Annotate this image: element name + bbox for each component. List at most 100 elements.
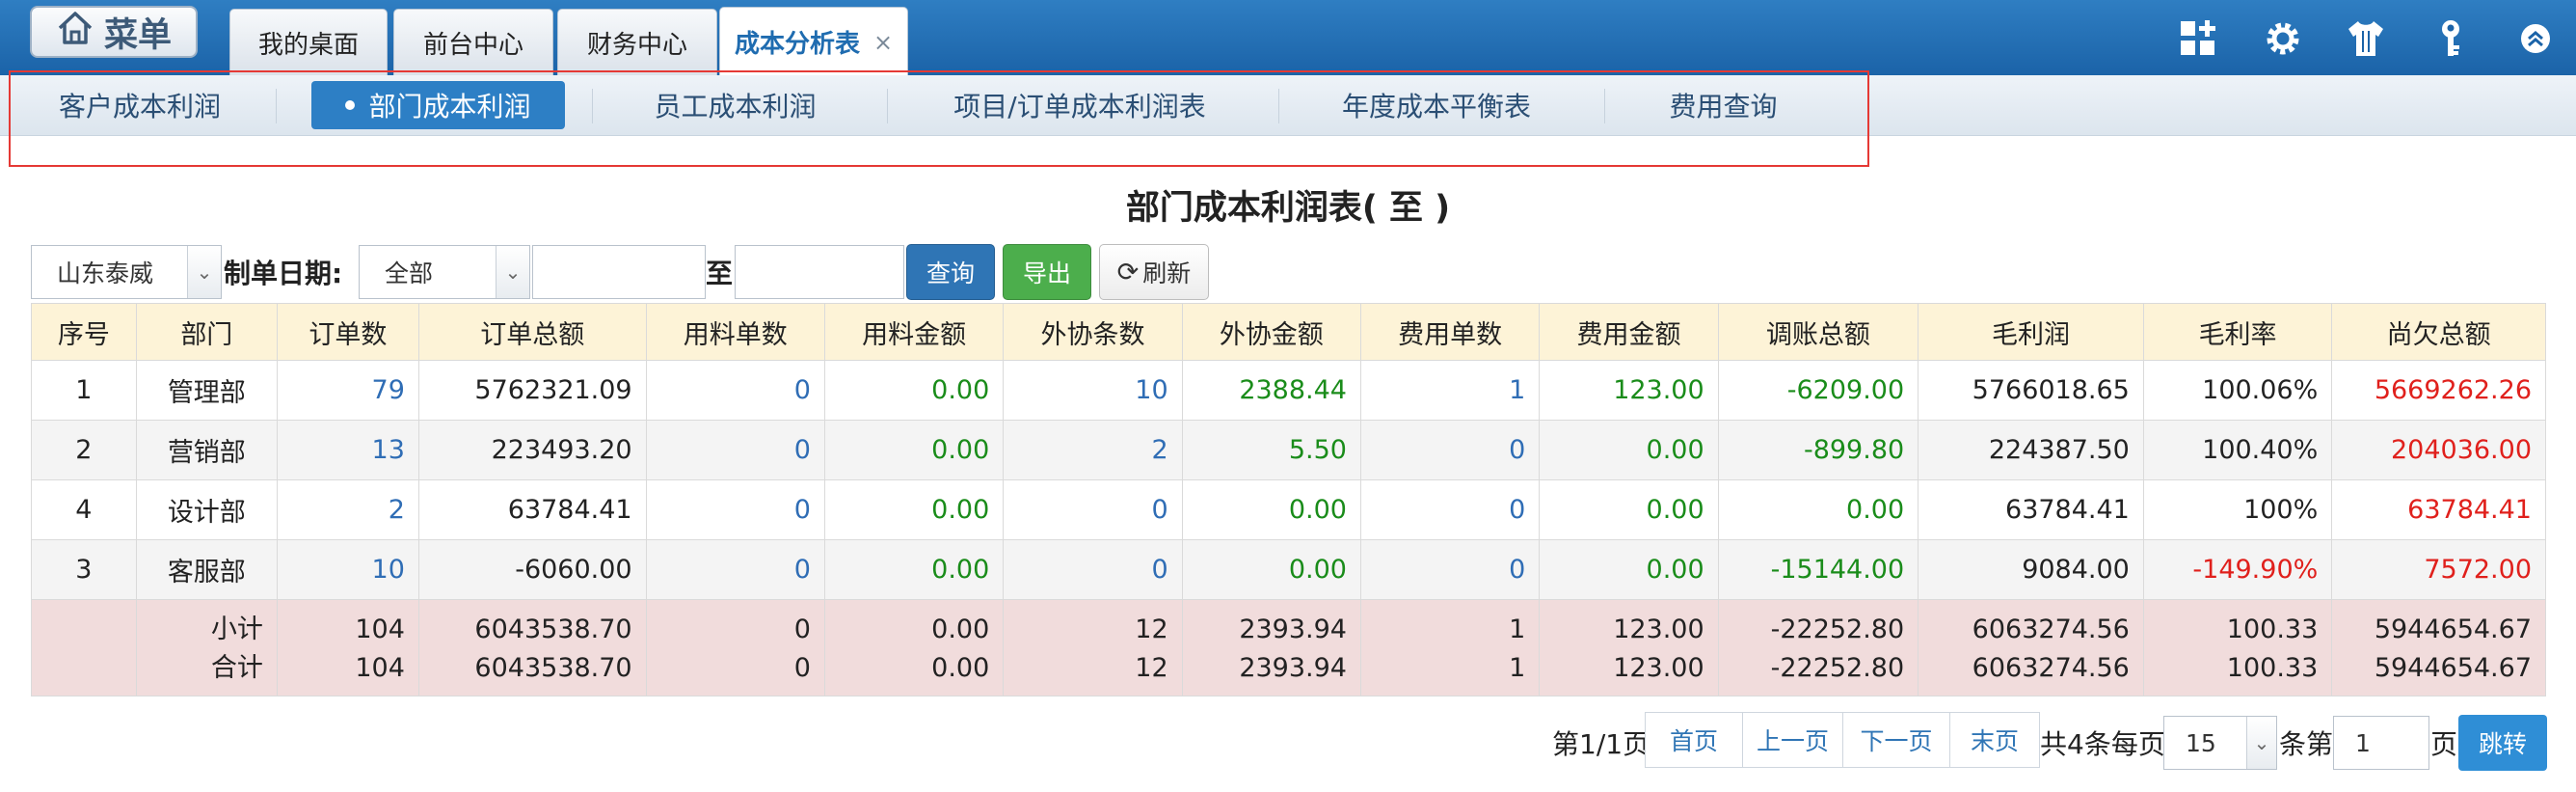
cell-adjustment-total: -6209.00 [1717,360,1919,421]
column-header[interactable]: 订单总额 [417,303,647,361]
summary-cell: 123.00 123.00 [1539,599,1719,696]
cell-outsource-count-link[interactable]: 0 [1003,479,1183,540]
highlight-line [228,70,907,72]
cell-expense-amount: 123.00 [1539,360,1719,421]
column-header[interactable]: 订单数 [276,303,419,361]
cell-material-count-link[interactable]: 0 [645,360,825,421]
tab-cost-analysis[interactable]: 成本分析表 × [719,7,908,76]
column-header[interactable]: 费用单数 [1359,303,1541,361]
column-header[interactable]: 费用金额 [1539,303,1719,361]
shirt-icon[interactable] [2345,17,2387,60]
cell-material-amount: 0.00 [823,479,1005,540]
cell-gross-margin: -149.90% [2142,539,2333,600]
tab-label: 我的桌面 [257,30,359,60]
subnav-staff-cost-profit[interactable]: 员工成本利润 [627,81,844,129]
subtotal-value: 5944654.67 [2374,614,2532,644]
cell-expense-count-link[interactable]: 0 [1359,479,1541,540]
date-from-input[interactable] [532,245,706,299]
total-value: 0 [793,652,811,683]
summary-cell: 104 104 [276,599,419,696]
column-header[interactable]: 调账总额 [1717,303,1919,361]
cell-material-count-link[interactable]: 0 [645,420,825,480]
total-value: 2393.94 [1239,652,1347,683]
cell-gross-profit: 9084.00 [1918,539,2144,600]
subnav-label: 客户成本利润 [58,91,221,123]
date-to-input[interactable] [735,245,904,299]
subnav-annual-cost-balance[interactable]: 年度成本平衡表 [1311,81,1562,129]
menu-button[interactable]: 菜单 [30,6,198,58]
cell-material-count-link[interactable]: 0 [645,539,825,600]
last-page-button[interactable]: 末页 [1949,712,2040,768]
first-page-button[interactable]: 首页 [1645,712,1743,768]
refresh-button[interactable]: ⟳ 刷新 [1099,244,1209,300]
cost-profit-table: 序号 部门 订单数 订单总额 用料单数 用料金额 外协条数 外协金额 费用单数 … [31,303,2546,696]
subnav-label: 部门成本利润 [368,91,531,123]
table-row[interactable]: 4 设计部 2 63784.41 0 0.00 0 0.00 0 0.00 0.… [31,479,2546,540]
tab-label: 前台中心 [422,30,523,60]
key-icon[interactable] [2429,17,2472,60]
summary-cell: -22252.80 -22252.80 [1717,599,1919,696]
column-header[interactable]: 外协金额 [1181,303,1361,361]
grid-add-icon[interactable] [2177,17,2219,60]
prev-page-button[interactable]: 上一页 [1742,712,1843,768]
column-header[interactable]: 用料单数 [645,303,825,361]
cell-outstanding-total: 204036.00 [2331,420,2546,480]
table-row[interactable]: 2 营销部 13 223493.20 0 0.00 2 5.50 0 0.00 … [31,420,2546,480]
cell-order-count-link[interactable]: 10 [276,539,419,600]
cell-material-count-link[interactable]: 0 [645,479,825,540]
page-size-select[interactable]: 15 ⌄ [2163,716,2277,770]
cell-expense-count-link[interactable]: 0 [1359,539,1541,600]
home-icon [56,9,94,56]
column-header[interactable]: 部门 [135,303,278,361]
export-button[interactable]: 导出 [1003,244,1091,300]
company-select[interactable]: 山东泰威 ⌄ [31,245,222,299]
cell-adjustment-total: 0.00 [1717,479,1919,540]
summary-labels: 小计 合计 [135,599,278,696]
collapse-up-icon[interactable] [2514,17,2557,60]
query-button[interactable]: 查询 [906,244,995,300]
column-header[interactable]: 序号 [31,303,137,361]
subnav-label: 员工成本利润 [654,91,817,123]
subnav-customer-cost-profit[interactable]: 客户成本利润 [39,81,241,129]
close-icon[interactable]: × [873,29,893,56]
tab-finance-center[interactable]: 财务中心 [557,9,717,75]
chevron-down-icon: ⌄ [187,246,221,298]
subnav-dept-cost-profit[interactable]: 部门成本利润 [311,81,565,129]
jump-button[interactable]: 跳转 [2458,715,2547,771]
cell-order-total: 5762321.09 [417,360,647,421]
date-range-select[interactable]: 全部 ⌄ [359,245,530,299]
summary-cell: 6043538.70 6043538.70 [417,599,647,696]
gear-icon[interactable] [2262,17,2304,60]
table-row[interactable]: 3 客服部 10 -6060.00 0 0.00 0 0.00 0 0.00 -… [31,539,2546,600]
column-header[interactable]: 尚欠总额 [2331,303,2546,361]
cell-order-count-link[interactable]: 13 [276,420,419,480]
cell-order-count-link[interactable]: 2 [276,479,419,540]
total-value: 6043538.70 [474,652,632,683]
total-info: 共4条每页 [2040,728,2165,760]
cell-outsource-count-link[interactable]: 2 [1003,420,1183,480]
cell-gross-profit: 224387.50 [1918,420,2144,480]
subnav-divider [592,89,593,123]
column-header[interactable]: 外协条数 [1003,303,1183,361]
subnav-divider [1278,89,1279,123]
tab-front-center[interactable]: 前台中心 [393,9,553,75]
cell-outsource-count-link[interactable]: 0 [1003,539,1183,600]
column-header[interactable]: 毛利润 [1918,303,2144,361]
cell-expense-count-link[interactable]: 1 [1359,360,1541,421]
column-header[interactable]: 毛利率 [2142,303,2333,361]
subtotal-value: 6063274.56 [1972,614,2130,644]
page-number-input[interactable]: 1 [2333,716,2429,770]
table-row[interactable]: 1 管理部 79 5762321.09 0 0.00 10 2388.44 1 … [31,360,2546,421]
subnav-expense-query[interactable]: 费用查询 [1639,81,1808,129]
cell-expense-count-link[interactable]: 0 [1359,420,1541,480]
cell-outsource-count-link[interactable]: 10 [1003,360,1183,421]
cell-order-total: 63784.41 [417,479,647,540]
cell-order-count-link[interactable]: 79 [276,360,419,421]
subtotal-value: 12 [1135,614,1168,644]
next-page-button[interactable]: 下一页 [1842,712,1950,768]
column-header[interactable]: 用料金额 [823,303,1005,361]
subtotal-value: 0.00 [931,614,990,644]
tab-my-desktop[interactable]: 我的桌面 [229,9,388,75]
subnav-project-order-cost-profit[interactable]: 项目/订单成本利润表 [926,81,1234,129]
date-range-value: 全部 [385,259,434,287]
